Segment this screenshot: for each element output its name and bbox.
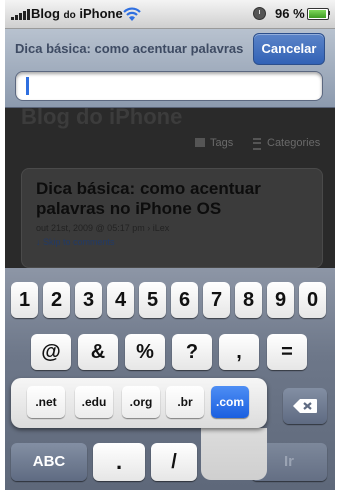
page-title: Dica básica: como acentuar palavras no i… xyxy=(15,41,247,56)
slash-key[interactable]: / xyxy=(151,443,197,481)
carrier-name-part: do xyxy=(63,10,76,21)
phone-screen: Blog do iPhone 96 % Dica básica: como ac… xyxy=(5,0,335,490)
dot-key[interactable]: . xyxy=(93,443,145,481)
domain-key-br[interactable]: .br xyxy=(166,386,204,418)
key-at[interactable]: @ xyxy=(31,334,71,370)
domain-key-com[interactable]: .com xyxy=(211,386,249,418)
carrier-name-part: iPhone xyxy=(79,6,123,21)
domain-key-org[interactable]: .org xyxy=(122,386,160,418)
url-bar: Dica básica: como acentuar palavras no i… xyxy=(5,29,335,108)
domain-key-net[interactable]: .net xyxy=(27,386,65,418)
key-ampersand[interactable]: & xyxy=(78,334,118,370)
skip-to-comments-link[interactable]: ↓ Skip to comments xyxy=(36,237,115,247)
battery-icon xyxy=(307,8,329,20)
key-question[interactable]: ? xyxy=(172,334,212,370)
domain-popup-stem xyxy=(201,428,267,480)
backspace-icon xyxy=(293,399,317,413)
tag-icon xyxy=(195,138,205,147)
post-card: Dica básica: como acentuar palavras no i… xyxy=(21,168,323,268)
domain-popup: .net .edu .org .br .com xyxy=(11,378,267,428)
key-comma[interactable]: , xyxy=(219,334,259,370)
signal-strength-icon xyxy=(11,8,30,20)
key-percent[interactable]: % xyxy=(125,334,165,370)
key-equals[interactable]: = xyxy=(267,334,307,370)
nav-link-tags[interactable]: Tags xyxy=(210,137,233,149)
key-9[interactable]: 9 xyxy=(267,282,294,318)
web-page-view: Blog do iPhone Tags Categories Dica bási… xyxy=(5,108,335,268)
abc-key[interactable]: ABC xyxy=(11,443,87,481)
keyboard: 1 2 3 4 5 6 7 8 9 0 @ & % ? , = ABC . / … xyxy=(5,268,335,490)
site-nav: Tags Categories xyxy=(5,134,335,154)
post-title[interactable]: Dica básica: como acentuar palavras no i… xyxy=(36,179,316,219)
domain-key-edu[interactable]: .edu xyxy=(75,386,113,418)
key-2[interactable]: 2 xyxy=(43,282,70,318)
key-4[interactable]: 4 xyxy=(107,282,134,318)
battery-tip xyxy=(328,11,330,15)
site-logo: Blog do iPhone xyxy=(21,108,183,129)
url-input[interactable] xyxy=(15,71,323,101)
key-6[interactable]: 6 xyxy=(171,282,198,318)
key-3[interactable]: 3 xyxy=(75,282,102,318)
carrier-name: Blog do iPhone xyxy=(31,6,123,21)
battery-percentage: 96 % xyxy=(275,6,305,21)
nav-link-categories[interactable]: Categories xyxy=(267,137,320,149)
key-7[interactable]: 7 xyxy=(203,282,230,318)
wifi-icon xyxy=(123,7,141,21)
post-meta: out 21st, 2009 @ 05:17 pm › iLex xyxy=(36,223,170,233)
alarm-clock-icon xyxy=(253,7,266,20)
delete-key[interactable] xyxy=(283,388,327,424)
key-8[interactable]: 8 xyxy=(235,282,262,318)
status-bar: Blog do iPhone 96 % xyxy=(5,0,335,29)
key-0[interactable]: 0 xyxy=(299,282,326,318)
text-cursor xyxy=(26,77,29,95)
carrier-name-part: Blog xyxy=(31,6,60,21)
battery-level-fill xyxy=(309,10,327,18)
cancel-button[interactable]: Cancelar xyxy=(253,33,325,65)
key-1[interactable]: 1 xyxy=(11,282,38,318)
list-icon xyxy=(253,138,261,150)
key-5[interactable]: 5 xyxy=(139,282,166,318)
